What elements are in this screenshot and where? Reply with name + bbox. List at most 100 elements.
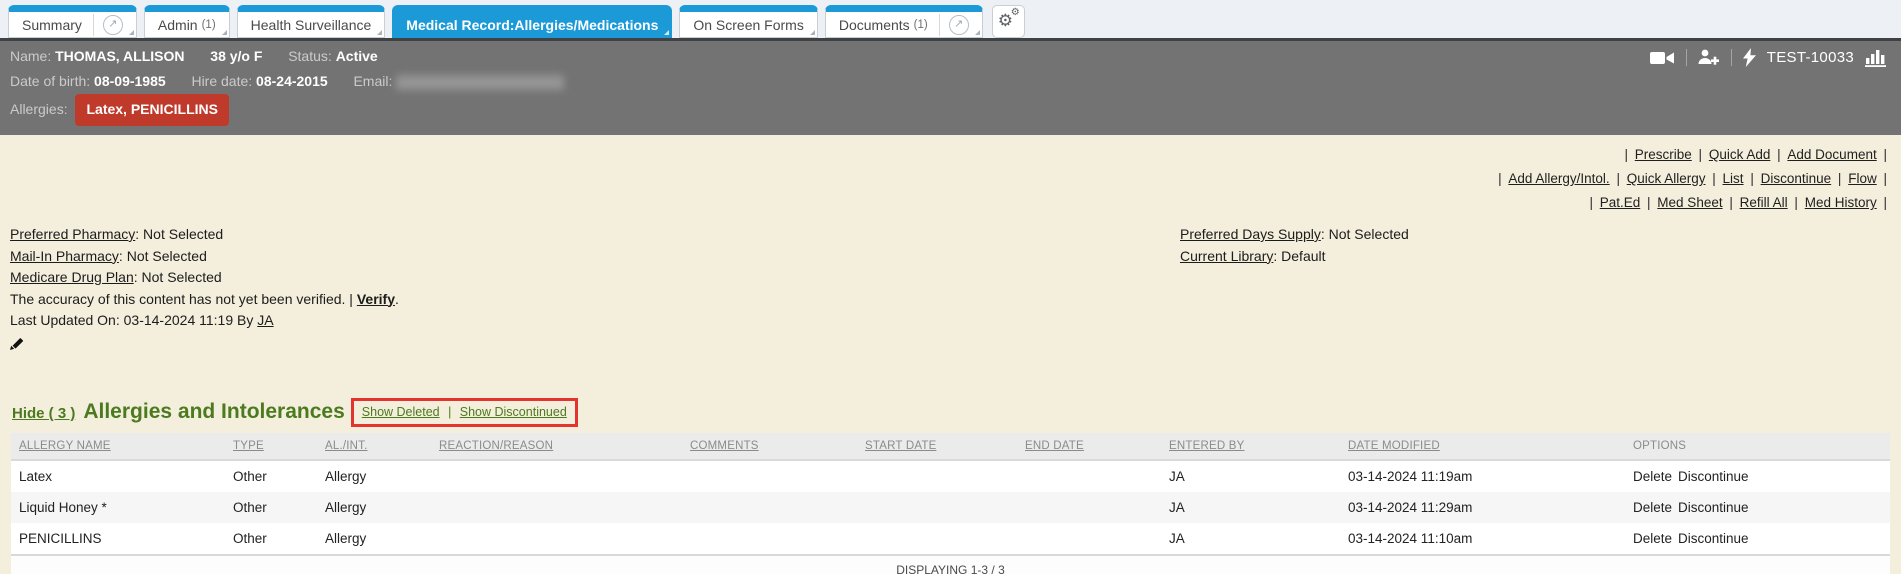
tab-admin-count: (1) (202, 19, 216, 31)
tab-divider (939, 14, 940, 36)
quick-allergy-link[interactable]: Quick Allergy (1627, 171, 1706, 186)
tab-summary[interactable]: Summary ↗ (8, 5, 137, 38)
allergies-section-header: Hide ( 3 ) Allergies and Intolerances Sh… (12, 400, 1901, 429)
allergies-badge[interactable]: Latex, PENICILLINS (75, 94, 228, 126)
cell-start-date (857, 523, 1017, 555)
discontinue-link[interactable]: Discontinue (1678, 469, 1749, 484)
patient-id: TEST-10033 (1767, 49, 1854, 66)
popout-icon[interactable]: ↗ (103, 15, 123, 35)
col-header-allergy-name[interactable]: ALLERGY NAME (11, 433, 225, 460)
cell-type: Other (225, 492, 317, 523)
pipe-separator: | (448, 405, 451, 419)
action-links: | Prescribe | Quick Add | Add Document |… (0, 143, 1901, 215)
list-link[interactable]: List (1723, 171, 1744, 186)
banner-icon-cluster: TEST-10033 (1650, 48, 1887, 67)
add-document-link[interactable]: Add Document (1787, 147, 1876, 162)
delete-link[interactable]: Delete (1633, 500, 1672, 515)
mail-in-pharmacy-link[interactable]: Mail-In Pharmacy (10, 248, 119, 264)
discontinue-link[interactable]: Discontinue (1761, 171, 1832, 186)
cell-end-date (1017, 523, 1161, 555)
pipe-separator: | (1616, 171, 1620, 186)
red-annotation-box: Show Deleted | Show Discontinued (351, 398, 578, 427)
medicare-drug-plan-link[interactable]: Medicare Drug Plan (10, 269, 134, 285)
popout-icon[interactable]: ↗ (949, 15, 969, 35)
tab-divider (93, 14, 94, 36)
col-header-entered-by[interactable]: ENTERED BY (1161, 433, 1340, 460)
show-discontinued-link[interactable]: Show Discontinued (460, 405, 567, 419)
email-label: Email: (353, 73, 392, 89)
tab-admin[interactable]: Admin (1) (144, 5, 230, 38)
col-header-options: OPTIONS (1625, 433, 1890, 460)
preferred-days-supply-line: Preferred Days Supply: Not Selected (1180, 224, 1901, 246)
name-label: Name: (10, 48, 51, 64)
discontinue-link[interactable]: Discontinue (1678, 500, 1749, 515)
cell-start-date (857, 492, 1017, 523)
preferred-pharmacy-value: Not Selected (139, 226, 223, 242)
tab-health-surveillance[interactable]: Health Surveillance (237, 5, 386, 38)
preferred-pharmacy-line: Preferred Pharmacy: Not Selected (10, 224, 1180, 246)
preferred-pharmacy-link[interactable]: Preferred Pharmacy (10, 226, 135, 242)
pipe-separator: | (1750, 171, 1754, 186)
col-header-reaction-reason[interactable]: REACTION/REASON (431, 433, 682, 460)
lightning-bolt-icon[interactable] (1743, 48, 1756, 67)
delete-link[interactable]: Delete (1633, 531, 1672, 546)
table-row: Liquid Honey * Other Allergy JA 03-14-20… (11, 492, 1890, 523)
pat-ed-link[interactable]: Pat.Ed (1600, 195, 1641, 210)
cell-reaction (431, 492, 682, 523)
edit-pencil-icon[interactable] (10, 335, 25, 350)
current-library-link[interactable]: Current Library (1180, 248, 1273, 264)
add-person-icon[interactable] (1698, 49, 1720, 66)
preferred-days-supply-link[interactable]: Preferred Days Supply (1180, 226, 1321, 242)
pipe-separator: | (1699, 147, 1703, 162)
cell-entered-by: JA (1161, 460, 1340, 492)
hide-count-link[interactable]: Hide ( 3 ) (12, 405, 75, 422)
period: . (395, 291, 399, 307)
cell-date-modified: 03-14-2024 11:10am (1340, 523, 1625, 555)
tab-medical-record-allergies-medications[interactable]: Medical Record:Allergies/Medications (392, 5, 672, 38)
verify-line: The accuracy of this content has not yet… (10, 289, 1180, 311)
allergies-table: ALLERGY NAME TYPE AL./INT. REACTION/REAS… (11, 433, 1890, 574)
pharmacy-info-right: Preferred Days Supply: Not Selected Curr… (1180, 224, 1901, 356)
last-updated-line: Last Updated On: 03-14-2024 11:19 By JA (10, 310, 1180, 332)
col-header-type[interactable]: TYPE (225, 433, 317, 460)
displaying-count: DISPLAYING 1-3 / 3 (11, 555, 1890, 574)
video-camera-icon[interactable] (1650, 50, 1675, 66)
action-links-row3: | Pat.Ed | Med Sheet | Refill All | Med … (0, 191, 1887, 215)
col-header-end-date[interactable]: END DATE (1017, 433, 1161, 460)
last-updated-by-link[interactable]: JA (257, 312, 273, 328)
col-header-date-modified[interactable]: DATE MODIFIED (1340, 433, 1625, 460)
show-deleted-link[interactable]: Show Deleted (362, 405, 440, 419)
col-header-start-date[interactable]: START DATE (857, 433, 1017, 460)
medicare-drug-plan-value: Not Selected (138, 269, 222, 285)
cell-entered-by: JA (1161, 523, 1340, 555)
banner-row-allergies: Allergies: Latex, PENICILLINS (10, 94, 1889, 126)
tab-on-screen-forms[interactable]: On Screen Forms (679, 5, 817, 38)
medicare-drug-plan-line: Medicare Drug Plan: Not Selected (10, 267, 1180, 289)
banner-row-name: Name: THOMAS, ALLISON 38 y/o F Status: A… (10, 44, 1889, 69)
settings-button[interactable]: ⚙ ⚙ (992, 5, 1025, 38)
mail-in-pharmacy-line: Mail-In Pharmacy: Not Selected (10, 246, 1180, 268)
pipe-separator: | (1883, 147, 1887, 162)
verify-link[interactable]: Verify (357, 291, 395, 307)
med-history-link[interactable]: Med History (1805, 195, 1877, 210)
cell-al-int: Allergy (317, 460, 431, 492)
cell-date-modified: 03-14-2024 11:19am (1340, 460, 1625, 492)
quick-add-link[interactable]: Quick Add (1709, 147, 1771, 162)
bar-chart-icon[interactable] (1865, 49, 1887, 67)
med-sheet-link[interactable]: Med Sheet (1657, 195, 1722, 210)
col-header-comments[interactable]: COMMENTS (682, 433, 857, 460)
patient-dob: 08-09-1985 (94, 73, 166, 89)
cell-options: Delete Discontinue (1625, 492, 1890, 523)
patient-banner: Name: THOMAS, ALLISON 38 y/o F Status: A… (0, 38, 1901, 135)
discontinue-link[interactable]: Discontinue (1678, 531, 1749, 546)
pipe-separator: | (1777, 147, 1781, 162)
prescribe-link[interactable]: Prescribe (1635, 147, 1692, 162)
cell-comments (682, 492, 857, 523)
refill-all-link[interactable]: Refill All (1740, 195, 1788, 210)
flow-link[interactable]: Flow (1848, 171, 1877, 186)
delete-link[interactable]: Delete (1633, 469, 1672, 484)
add-allergy-intol-link[interactable]: Add Allergy/Intol. (1508, 171, 1609, 186)
tab-documents[interactable]: Documents (1) ↗ (825, 5, 983, 38)
allergies-section-title: Allergies and Intolerances (83, 400, 344, 424)
col-header-al-int[interactable]: AL./INT. (317, 433, 431, 460)
